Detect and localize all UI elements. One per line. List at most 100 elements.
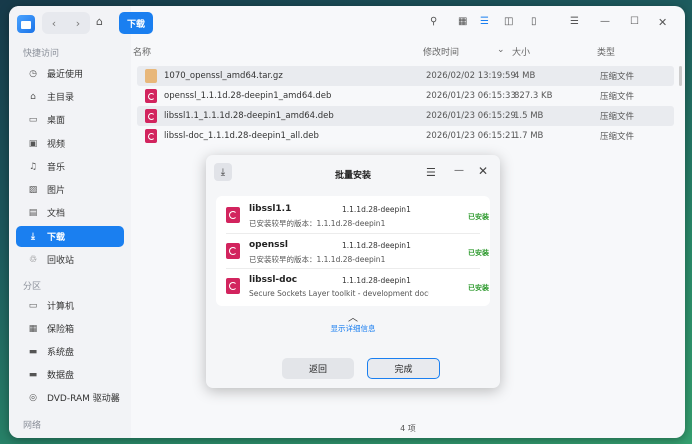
sidebar-item-vault[interactable]: ▦ 保险箱 xyxy=(16,318,124,339)
debian-package-icon xyxy=(145,109,157,123)
sort-chevron-down-icon[interactable]: ⌄ xyxy=(497,45,505,55)
back-arrow-icon[interactable]: ‹ xyxy=(42,12,66,34)
package-status: 已安装 xyxy=(468,249,489,257)
file-modified: 2026/01/23 06:15:29 xyxy=(426,111,516,121)
back-button[interactable]: 返回 xyxy=(282,358,354,379)
package-list: libssl1.1 1.1.1d.28-deepin1 已安装较早的版本：1.1… xyxy=(216,196,490,306)
sidebar-item-label: 视频 xyxy=(47,140,66,150)
sidebar-item-documents[interactable]: ▤ 文档 xyxy=(16,202,124,223)
sidebar-item-data-disk[interactable]: ▬ 数据盘 xyxy=(16,364,124,385)
package-item[interactable]: libssl-doc 1.1.1d.28-deepin1 Secure Sock… xyxy=(216,269,490,303)
sidebar-item-label: 主目录 xyxy=(47,93,75,103)
sidebar-item-label: 计算机 xyxy=(47,302,75,312)
sidebar-item-computer[interactable]: ▭ 计算机 xyxy=(16,295,124,316)
home-breadcrumb-icon[interactable]: ⌂ xyxy=(96,15,103,28)
partitions-heading: 分区 xyxy=(23,282,42,292)
debian-package-icon xyxy=(226,243,240,259)
archive-file-icon xyxy=(145,69,157,83)
sidebar-item-trash[interactable]: ♲ 回收站 xyxy=(16,249,124,270)
scrollbar[interactable] xyxy=(679,66,682,86)
breadcrumb-current-folder[interactable]: 下载 xyxy=(119,12,154,34)
file-manager-window: 快捷访问 ◷ 最近使用 ⌂ 主目录 ▭ 桌面 ▣ 视频 ♫ 音乐 ▨ 图片 ▤ … xyxy=(9,6,685,438)
network-heading: 网络 xyxy=(23,421,42,431)
sidebar-item-system-disk[interactable]: ▬ 系统盘 xyxy=(16,341,124,362)
split-view-icon[interactable]: ◫ xyxy=(504,16,513,27)
file-name: openssl_1.1.1d.28-deepin1_amd64.deb xyxy=(164,91,332,101)
maximize-icon[interactable]: ☐ xyxy=(630,16,639,27)
package-name: openssl xyxy=(249,240,288,250)
sidebar-item-label: 文档 xyxy=(47,209,66,219)
batch-install-dialog: ⤓ 批量安装 ☰ — ✕ libssl1.1 1.1.1d.28-deepin1… xyxy=(206,155,500,388)
menu-icon[interactable]: ☰ xyxy=(426,166,436,179)
sidebar-item-label: 最近使用 xyxy=(47,70,84,80)
column-header-modified[interactable]: 修改时间 xyxy=(423,45,459,58)
sidebar-item-label: 下载 xyxy=(47,233,66,243)
file-modified: 2026/02/02 13:19:59 xyxy=(426,71,516,81)
file-row[interactable]: 1070_openssl_amd64.tar.gz 2026/02/02 13:… xyxy=(137,66,674,86)
file-row[interactable]: libssl1.1_1.1.1d.28-deepin1_amd64.deb 20… xyxy=(137,106,674,126)
file-row[interactable]: openssl_1.1.1d.28-deepin1_amd64.deb 2026… xyxy=(137,86,674,106)
file-type: 压缩文件 xyxy=(600,72,635,82)
menu-icon[interactable]: ☰ xyxy=(570,16,579,27)
file-name: 1070_openssl_amd64.tar.gz xyxy=(164,71,283,81)
search-icon[interactable]: ⚲ xyxy=(430,16,437,27)
eject-icon[interactable]: ⏏ xyxy=(110,393,118,402)
detail-panel-icon[interactable]: ▯ xyxy=(531,16,537,27)
trash-icon: ♲ xyxy=(28,254,38,265)
sidebar-item-label: 数据盘 xyxy=(47,371,75,381)
column-header-type[interactable]: 类型 xyxy=(597,45,615,58)
done-button[interactable]: 完成 xyxy=(367,358,440,379)
file-type: 压缩文件 xyxy=(600,92,635,102)
file-row[interactable]: libssl-doc_1.1.1d.28-deepin1_all.deb 202… xyxy=(137,126,674,146)
minimize-icon[interactable]: — xyxy=(454,165,464,176)
file-type: 压缩文件 xyxy=(600,112,635,122)
vault-icon: ▦ xyxy=(28,323,38,334)
package-version: 1.1.1d.28-deepin1 xyxy=(342,241,411,250)
column-header-name[interactable]: 名称 xyxy=(133,45,151,58)
close-icon[interactable]: ✕ xyxy=(658,16,667,29)
sidebar-item-home[interactable]: ⌂ 主目录 xyxy=(16,86,124,107)
sidebar-item-downloads[interactable]: ⤓ 下载 xyxy=(16,226,124,247)
package-item[interactable]: openssl 1.1.1d.28-deepin1 已安装较早的版本：1.1.1… xyxy=(216,234,490,268)
computer-icon: ▭ xyxy=(28,300,38,311)
sidebar-item-desktop[interactable]: ▭ 桌面 xyxy=(16,109,124,130)
column-header-size[interactable]: 大小 xyxy=(512,45,530,58)
debian-package-icon xyxy=(145,89,157,103)
sidebar-item-videos[interactable]: ▣ 视频 xyxy=(16,133,124,154)
file-size: 827.3 KB xyxy=(514,91,553,101)
package-item[interactable]: libssl1.1 1.1.1d.28-deepin1 已安装较早的版本：1.1… xyxy=(216,198,490,232)
show-details-link[interactable]: 显示详细信息 xyxy=(206,323,500,334)
chevron-up-icon[interactable]: ︿ xyxy=(206,309,500,324)
package-name: libssl1.1 xyxy=(249,204,292,214)
close-icon[interactable]: ✕ xyxy=(478,164,488,178)
sidebar: 快捷访问 ◷ 最近使用 ⌂ 主目录 ▭ 桌面 ▣ 视频 ♫ 音乐 ▨ 图片 ▤ … xyxy=(9,6,131,438)
quick-access-heading: 快捷访问 xyxy=(23,49,60,59)
forward-arrow-icon[interactable]: › xyxy=(66,12,90,34)
sidebar-item-pictures[interactable]: ▨ 图片 xyxy=(16,179,124,200)
sidebar-item-label: 保险箱 xyxy=(47,325,75,335)
minimize-icon[interactable]: — xyxy=(600,16,610,27)
sidebar-item-label: 系统盘 xyxy=(47,348,75,358)
sidebar-item-recent[interactable]: ◷ 最近使用 xyxy=(16,63,124,84)
package-status: 已安装 xyxy=(468,284,489,292)
sidebar-item-dvd-drive[interactable]: ◎ DVD-RAM 驱动器 ⏏ xyxy=(16,387,124,408)
desktop-icon: ▭ xyxy=(28,114,38,125)
icon-view-icon[interactable]: ▦ xyxy=(458,16,467,27)
package-version: 1.1.1d.28-deepin1 xyxy=(342,276,411,285)
debian-package-icon xyxy=(145,129,157,143)
package-description: 已安装较早的版本：1.1.1d.28-deepin1 xyxy=(249,255,386,264)
package-status: 已安装 xyxy=(468,213,489,221)
sidebar-item-label: 回收站 xyxy=(47,256,75,266)
sidebar-item-music[interactable]: ♫ 音乐 xyxy=(16,156,124,177)
file-size: 1.5 MB xyxy=(514,111,544,121)
optical-drive-icon: ◎ xyxy=(29,392,37,403)
package-description: 已安装较早的版本：1.1.1d.28-deepin1 xyxy=(249,219,386,228)
drive-icon: ▬ xyxy=(28,346,38,357)
file-type: 压缩文件 xyxy=(600,132,635,142)
package-version: 1.1.1d.28-deepin1 xyxy=(342,205,411,214)
download-icon: ⤓ xyxy=(31,231,35,242)
debian-package-icon xyxy=(226,278,240,294)
package-name: libssl-doc xyxy=(249,275,298,285)
package-description: Secure Sockets Layer toolkit - developme… xyxy=(249,289,429,298)
list-view-icon[interactable]: ☰ xyxy=(480,16,489,27)
